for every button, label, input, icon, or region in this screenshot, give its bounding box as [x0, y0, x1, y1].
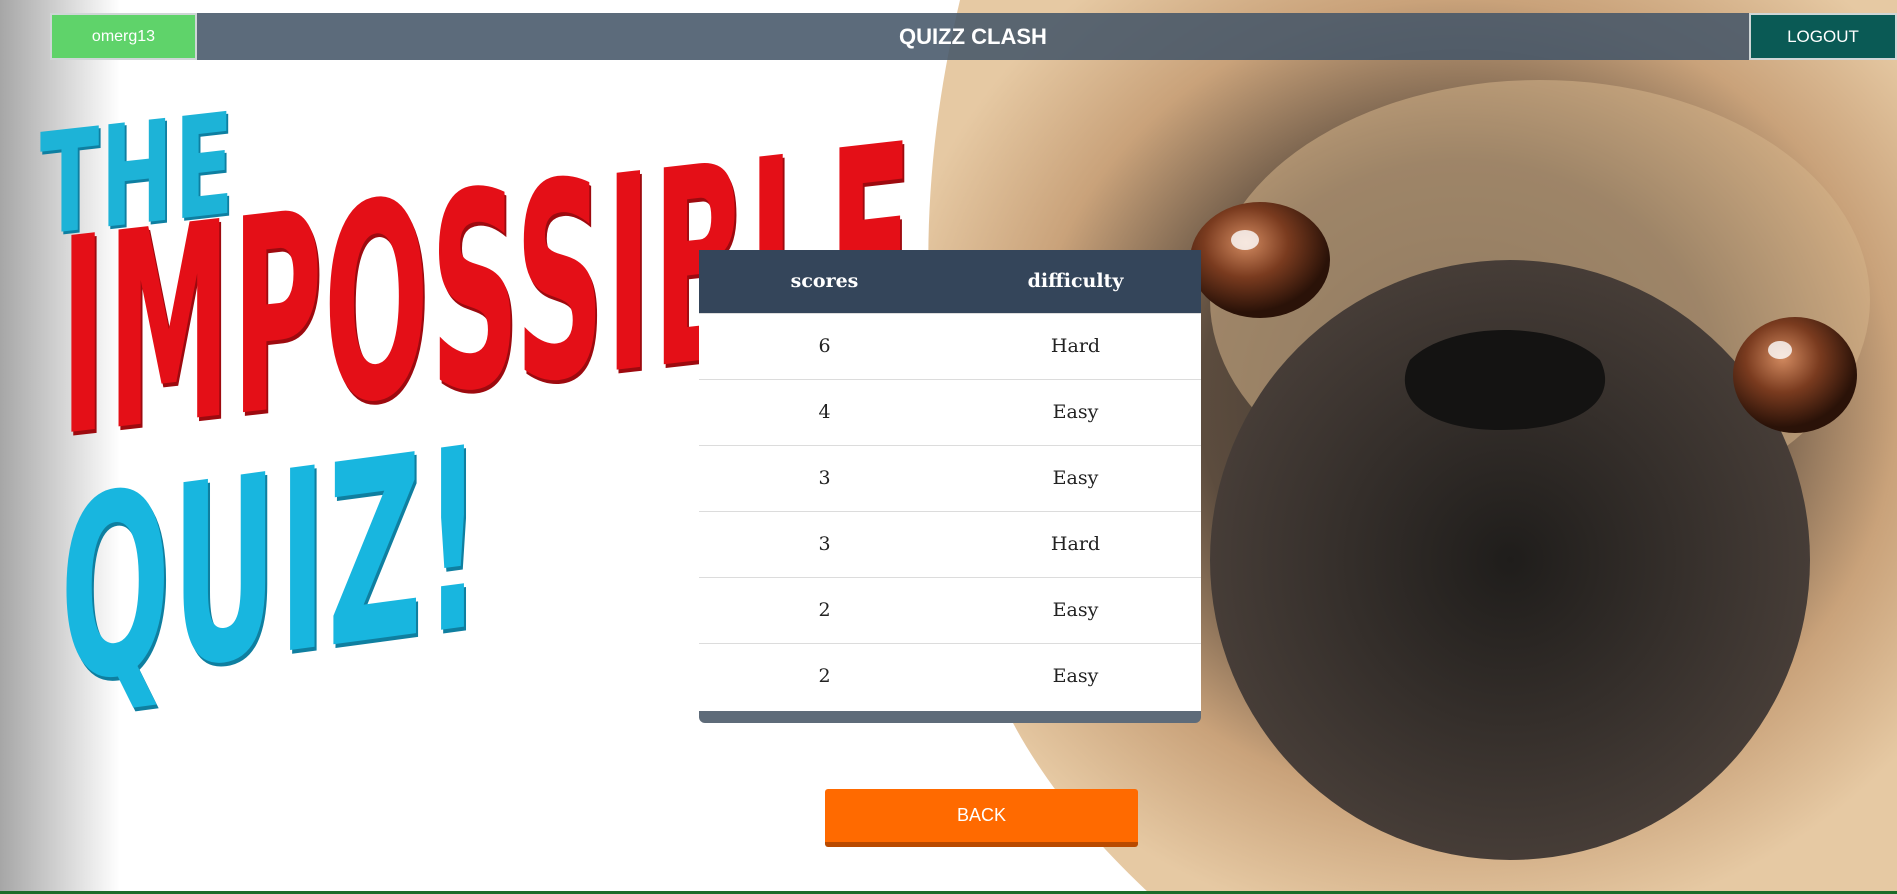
table-row: 2 Easy [699, 642, 1201, 709]
score-cell: 4 [699, 378, 950, 445]
table-header-row: scores difficulty [699, 250, 1201, 313]
score-cell: 3 [699, 510, 950, 577]
table-row: 4 Easy [699, 378, 1201, 445]
scores-panel: scores difficulty 6 Hard 4 Easy 3 Easy 3… [699, 250, 1201, 723]
score-cell: 6 [699, 312, 950, 379]
score-cell: 2 [699, 576, 950, 643]
logout-button[interactable]: LOGOUT [1749, 13, 1897, 60]
table-row: 3 Easy [699, 444, 1201, 511]
difficulty-cell: Easy [950, 576, 1201, 643]
difficulty-cell: Easy [950, 444, 1201, 511]
difficulty-cell: Hard [950, 510, 1201, 577]
scores-table: scores difficulty 6 Hard 4 Easy 3 Easy 3… [699, 250, 1201, 709]
table-row: 2 Easy [699, 576, 1201, 643]
difficulty-cell: Easy [950, 642, 1201, 709]
table-row: 6 Hard [699, 312, 1201, 379]
table-row: 3 Hard [699, 510, 1201, 577]
score-cell: 3 [699, 444, 950, 511]
difficulty-cell: Easy [950, 378, 1201, 445]
score-cell: 2 [699, 642, 950, 709]
difficulty-cell: Hard [950, 312, 1201, 379]
back-button[interactable]: BACK [825, 789, 1138, 847]
column-header-scores: scores [790, 270, 859, 293]
app-title: QUIZZ CLASH [899, 23, 1047, 49]
column-header-difficulty: difficulty [1027, 270, 1124, 293]
user-profile-button[interactable]: omerg13 [50, 13, 197, 60]
hero-title-quiz: QUIZ! [60, 392, 484, 740]
